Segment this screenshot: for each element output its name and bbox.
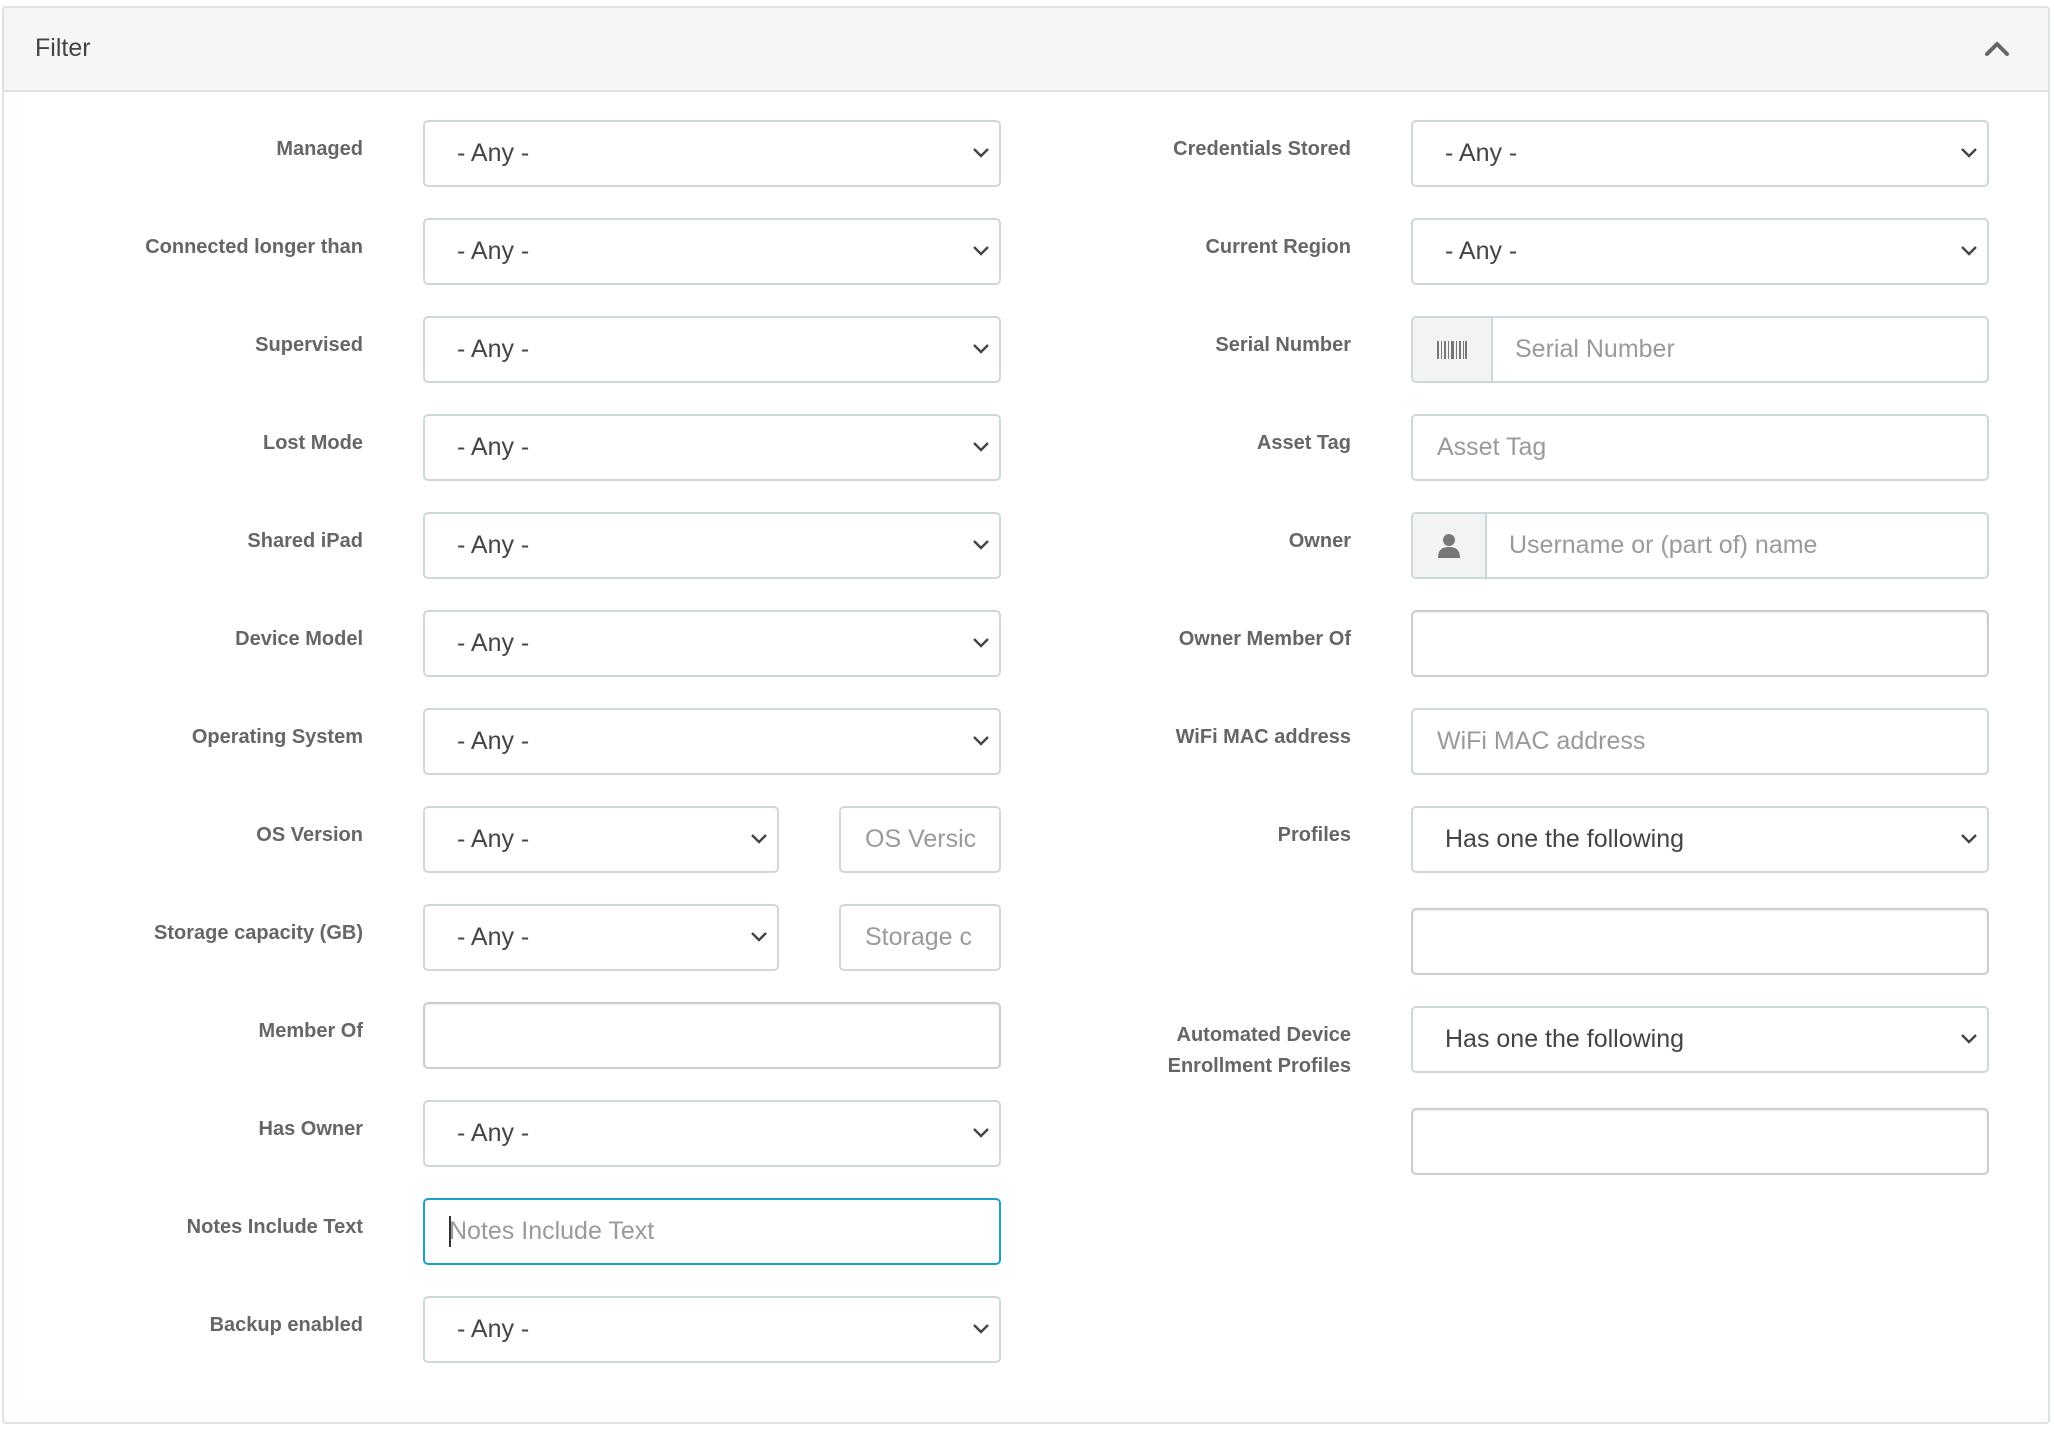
storage-operator-value: - Any - bbox=[457, 923, 530, 951]
owner-member-of-input[interactable] bbox=[1411, 610, 1989, 677]
chevron-down-icon bbox=[973, 442, 989, 452]
chevron-down-icon bbox=[973, 246, 989, 256]
device-model-label: Device Model bbox=[235, 628, 363, 650]
serial-placeholder: Serial Number bbox=[1515, 335, 1675, 363]
lost-mode-select[interactable]: - Any - bbox=[423, 414, 1001, 481]
serial-addon bbox=[1413, 318, 1493, 381]
os-version-operator-select[interactable]: - Any - bbox=[423, 806, 779, 873]
asset-tag-input[interactable]: Asset Tag bbox=[1411, 414, 1989, 481]
owner-addon bbox=[1413, 514, 1487, 577]
wifi-mac-placeholder: WiFi MAC address bbox=[1437, 727, 1646, 755]
os-select[interactable]: - Any - bbox=[423, 708, 1001, 775]
ade-profiles-tags-input[interactable] bbox=[1411, 1108, 1989, 1175]
profiles-select[interactable]: Has one the following bbox=[1411, 806, 1989, 873]
shared-ipad-select[interactable]: - Any - bbox=[423, 512, 1001, 579]
connected-value: - Any - bbox=[457, 237, 530, 265]
serial-label: Serial Number bbox=[1215, 334, 1351, 356]
chevron-down-icon bbox=[973, 148, 989, 158]
owner-placeholder: Username or (part of) name bbox=[1509, 531, 1818, 559]
has-owner-label: Has Owner bbox=[258, 1118, 363, 1140]
connected-label: Connected longer than bbox=[145, 236, 363, 258]
storage-label: Storage capacity (GB) bbox=[154, 922, 363, 944]
chevron-down-icon bbox=[1961, 834, 1977, 844]
notes-input[interactable]: Notes Include Text bbox=[423, 1198, 1001, 1265]
shared-ipad-value: - Any - bbox=[457, 531, 530, 559]
ade-profiles-label-line2: Enrollment Profiles bbox=[1167, 1055, 1351, 1077]
owner-label: Owner bbox=[1288, 530, 1351, 552]
backup-select[interactable]: - Any - bbox=[423, 1296, 1001, 1363]
credentials-value: - Any - bbox=[1445, 139, 1518, 167]
backup-value: - Any - bbox=[457, 1315, 530, 1343]
os-version-operator-value: - Any - bbox=[457, 825, 530, 853]
user-icon bbox=[1438, 534, 1460, 558]
chevron-up-icon[interactable] bbox=[1982, 34, 2012, 64]
chevron-down-icon bbox=[973, 540, 989, 550]
credentials-select[interactable]: - Any - bbox=[1411, 120, 1989, 187]
panel-title: Filter bbox=[35, 34, 91, 62]
chevron-down-icon bbox=[1961, 246, 1977, 256]
chevron-down-icon bbox=[973, 736, 989, 746]
region-label: Current Region bbox=[1205, 236, 1351, 258]
supervised-select[interactable]: - Any - bbox=[423, 316, 1001, 383]
profiles-label: Profiles bbox=[1277, 824, 1351, 846]
chevron-down-icon bbox=[1961, 1034, 1977, 1044]
chevron-down-icon bbox=[973, 638, 989, 648]
managed-select[interactable]: - Any - bbox=[423, 120, 1001, 187]
ade-profiles-label-line1: Automated Device bbox=[1176, 1024, 1352, 1046]
wifi-mac-label: WiFi MAC address bbox=[1175, 726, 1351, 748]
lost-mode-label: Lost Mode bbox=[263, 432, 363, 454]
supervised-label: Supervised bbox=[255, 334, 363, 356]
chevron-down-icon bbox=[973, 1128, 989, 1138]
managed-value: - Any - bbox=[457, 139, 530, 167]
owner-member-of-label: Owner Member Of bbox=[1178, 628, 1351, 650]
chevron-down-icon bbox=[1961, 148, 1977, 158]
managed-label: Managed bbox=[276, 138, 363, 160]
os-version-label: OS Version bbox=[256, 824, 363, 846]
region-select[interactable]: - Any - bbox=[1411, 218, 1989, 285]
chevron-down-icon bbox=[973, 1324, 989, 1334]
wifi-mac-input[interactable]: WiFi MAC address bbox=[1411, 708, 1989, 775]
panel-header[interactable]: Filter bbox=[4, 8, 2048, 92]
asset-tag-label: Asset Tag bbox=[1256, 432, 1351, 454]
chevron-down-icon bbox=[751, 932, 767, 942]
ade-profiles-select[interactable]: Has one the following bbox=[1411, 1006, 1989, 1073]
device-model-value: - Any - bbox=[457, 629, 530, 657]
has-owner-value: - Any - bbox=[457, 1119, 530, 1147]
region-value: - Any - bbox=[1445, 237, 1518, 265]
storage-operator-select[interactable]: - Any - bbox=[423, 904, 779, 971]
storage-input[interactable]: Storage c bbox=[839, 904, 1001, 971]
asset-tag-placeholder: Asset Tag bbox=[1437, 433, 1547, 461]
os-version-input[interactable]: OS Versic bbox=[839, 806, 1001, 873]
credentials-label: Credentials Stored bbox=[1173, 138, 1351, 160]
notes-label: Notes Include Text bbox=[186, 1216, 363, 1238]
member-of-input[interactable] bbox=[423, 1002, 1001, 1069]
ade-profiles-label: Automated Device Enrollment Profiles bbox=[1168, 1020, 1351, 1082]
barcode-icon bbox=[1437, 341, 1467, 359]
serial-input[interactable]: Serial Number bbox=[1411, 316, 1989, 383]
connected-select[interactable]: - Any - bbox=[423, 218, 1001, 285]
profiles-value: Has one the following bbox=[1445, 825, 1685, 853]
has-owner-select[interactable]: - Any - bbox=[423, 1100, 1001, 1167]
ade-profiles-value: Has one the following bbox=[1445, 1025, 1685, 1053]
os-label: Operating System bbox=[191, 726, 363, 748]
os-value: - Any - bbox=[457, 727, 530, 755]
chevron-down-icon bbox=[751, 834, 767, 844]
chevron-down-icon bbox=[973, 344, 989, 354]
owner-input[interactable]: Username or (part of) name bbox=[1411, 512, 1989, 579]
profiles-tags-input[interactable] bbox=[1411, 908, 1989, 975]
shared-ipad-label: Shared iPad bbox=[247, 530, 363, 552]
device-model-select[interactable]: - Any - bbox=[423, 610, 1001, 677]
member-of-label: Member Of bbox=[258, 1020, 363, 1042]
os-version-placeholder: OS Versic bbox=[865, 825, 977, 853]
storage-placeholder: Storage c bbox=[865, 923, 973, 951]
lost-mode-value: - Any - bbox=[457, 433, 530, 461]
backup-label: Backup enabled bbox=[209, 1314, 363, 1336]
supervised-value: - Any - bbox=[457, 335, 530, 363]
notes-placeholder: Notes Include Text bbox=[449, 1217, 655, 1245]
